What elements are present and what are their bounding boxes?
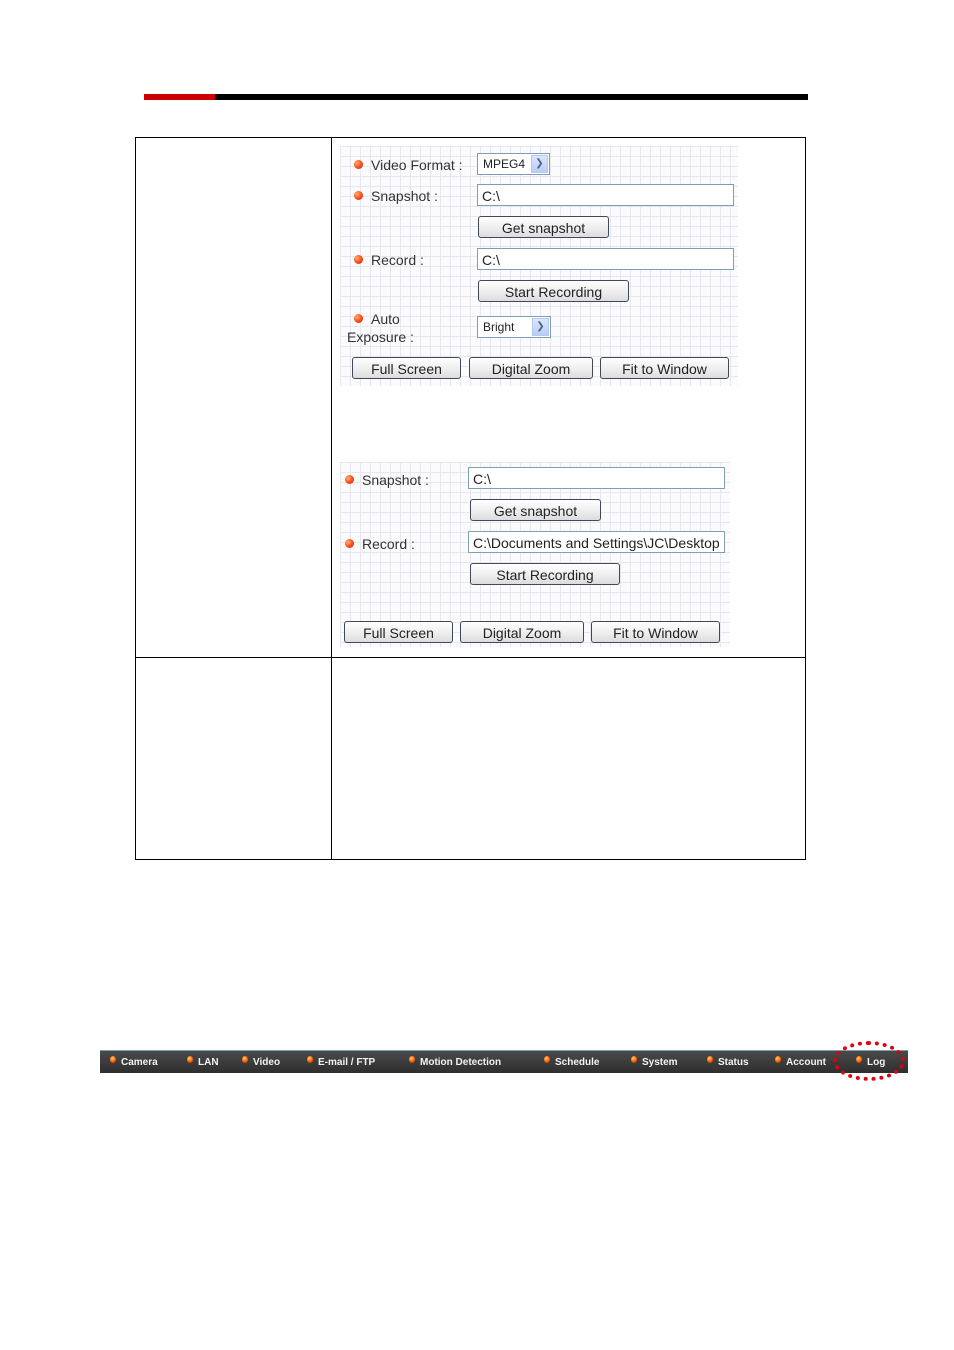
record-path-input[interactable]: C:\Documents and Settings\JC\Desktop [468,531,725,553]
bullet-icon [544,1056,550,1063]
record-label: Record : [345,535,415,553]
bullet-icon [409,1056,415,1063]
get-snapshot-button[interactable]: Get snapshot [470,499,601,521]
log-highlight-annotation [833,1041,905,1081]
bullet-icon [354,255,363,264]
chevron-down-icon[interactable]: ❯ [531,155,548,173]
nav-item-video[interactable]: Video [242,1051,280,1074]
snapshot-path-input[interactable]: C:\ [477,184,734,206]
auto-exposure-label-line2: Exposure : [347,329,414,345]
bullet-icon [110,1056,116,1063]
digital-zoom-button[interactable]: Digital Zoom [460,621,584,643]
fit-to-window-button[interactable]: Fit to Window [600,357,729,379]
full-screen-button[interactable]: Full Screen [344,621,453,643]
record-label: Record : [354,251,424,269]
video-format-label: Video Format : [354,156,463,174]
bullet-icon [354,314,363,323]
bullet-icon [354,191,363,200]
start-recording-button[interactable]: Start Recording [478,280,629,302]
table-cell-right [331,657,806,860]
bullet-icon [354,160,363,169]
bullet-icon [187,1056,193,1063]
bullet-icon [775,1056,781,1063]
chevron-down-icon[interactable]: ❯ [532,318,549,336]
nav-item-motion-detection[interactable]: Motion Detection [409,1051,501,1074]
snapshot-label: Snapshot : [354,187,438,205]
start-recording-button[interactable]: Start Recording [470,563,620,585]
header-rule-accent [144,94,215,100]
video-format-select[interactable]: MPEG4 ❯ [477,153,550,175]
snapshot-path-input[interactable]: C:\ [468,467,725,489]
nav-item-status[interactable]: Status [707,1051,749,1074]
table-row [135,657,806,860]
nav-item-camera[interactable]: Camera [110,1051,158,1074]
get-snapshot-button[interactable]: Get snapshot [478,216,609,238]
table-cell-left [135,137,332,658]
fit-to-window-button[interactable]: Fit to Window [591,621,720,643]
full-screen-button[interactable]: Full Screen [352,357,461,379]
digital-zoom-button[interactable]: Digital Zoom [469,357,593,379]
bullet-icon [307,1056,313,1063]
nav-item-schedule[interactable]: Schedule [544,1051,599,1074]
bullet-icon [345,539,354,548]
nav-item-email-ftp[interactable]: E-mail / FTP [307,1051,375,1074]
auto-exposure-select[interactable]: Bright ❯ [477,316,551,338]
auto-exposure-label: Auto [354,310,400,328]
snapshot-label: Snapshot : [345,471,429,489]
nav-item-lan[interactable]: LAN [187,1051,219,1074]
record-path-input[interactable]: C:\ [477,248,734,270]
video-settings-panel-reduced [340,462,730,647]
table-cell-left [135,657,332,860]
bullet-icon [242,1056,248,1063]
bullet-icon [345,475,354,484]
header-rule [144,94,808,100]
bullet-icon [707,1056,713,1063]
main-navigation-bar: Camera LAN Video E-mail / FTP Motion Det… [100,1050,908,1073]
bullet-icon [631,1056,637,1063]
nav-item-account[interactable]: Account [775,1051,826,1074]
nav-item-system[interactable]: System [631,1051,678,1074]
